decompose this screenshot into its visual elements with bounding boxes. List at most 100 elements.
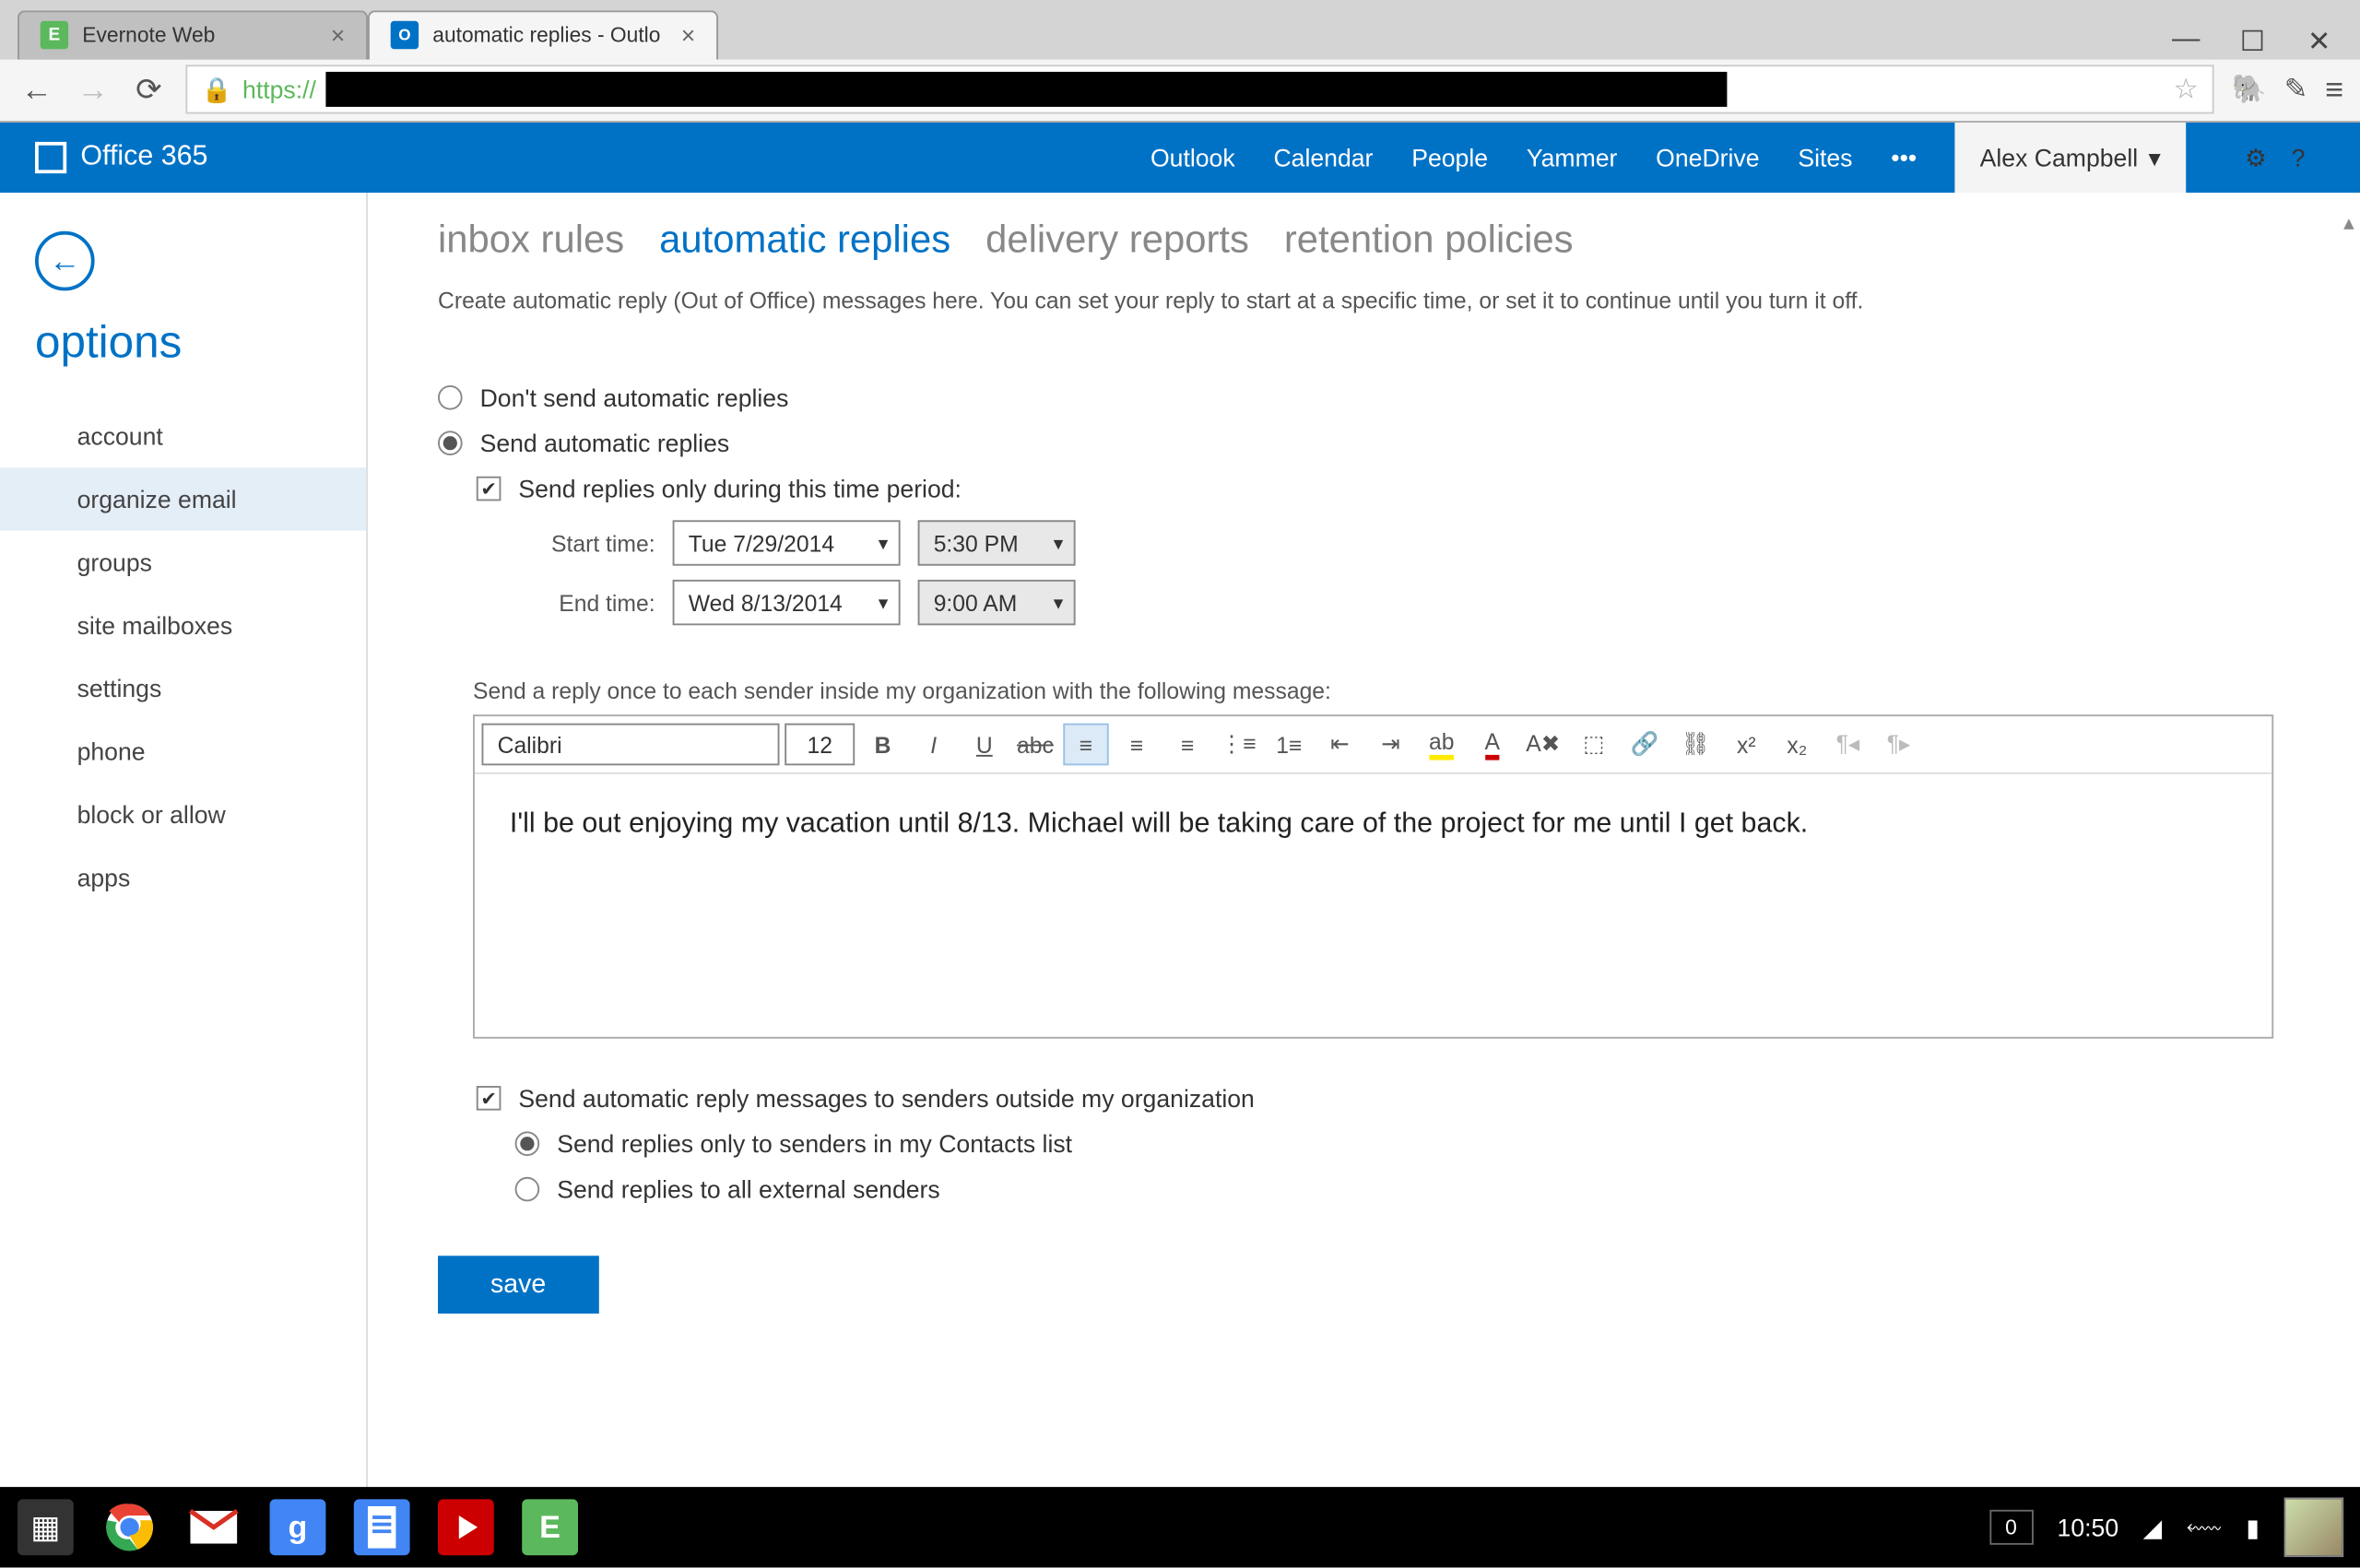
gmail-app-icon[interactable]: [185, 1499, 242, 1555]
tab-delivery-reports[interactable]: delivery reports: [985, 218, 1249, 263]
tab-retention-policies[interactable]: retention policies: [1284, 218, 1574, 263]
browser-tab-outlook[interactable]: O automatic replies - Outlo ×: [368, 9, 718, 58]
tab-title: Evernote Web: [82, 23, 215, 48]
o365-brand: Office 365: [80, 142, 207, 173]
battery-icon[interactable]: ▮: [2246, 1513, 2260, 1542]
maximize-icon[interactable]: ☐: [2235, 24, 2270, 59]
sidebar-item-organize-email[interactable]: organize email: [0, 467, 366, 530]
radio-icon: [515, 1177, 540, 1202]
tab-automatic-replies[interactable]: automatic replies: [659, 218, 950, 263]
check-label: Send replies only during this time perio…: [518, 475, 962, 502]
nav-outlook[interactable]: Outlook: [1150, 144, 1235, 171]
subscript-icon[interactable]: x₂: [1775, 724, 1820, 766]
radio-dont-send[interactable]: Don't send automatic replies: [438, 383, 2291, 411]
outdent-icon[interactable]: ⇤: [1317, 724, 1363, 766]
unlink-icon[interactable]: ⛓: [1673, 724, 1718, 766]
start-date-dropdown[interactable]: Tue 7/29/2014: [673, 520, 901, 565]
o365-top-nav: Office 365 Outlook Calendar People Yamme…: [0, 123, 2360, 193]
reload-icon[interactable]: ⟳: [130, 70, 169, 109]
check-external[interactable]: Send automatic reply messages to senders…: [477, 1084, 2291, 1112]
wifi-icon[interactable]: ⬳: [2187, 1513, 2222, 1542]
link-icon[interactable]: 🔗: [1622, 724, 1667, 766]
nav-calendar[interactable]: Calendar: [1273, 144, 1373, 171]
font-family-select[interactable]: Calibri: [482, 724, 780, 766]
clear-format-icon[interactable]: A✖: [1520, 724, 1565, 766]
font-color-icon[interactable]: A: [1469, 724, 1515, 766]
align-center-icon[interactable]: ≡: [1114, 724, 1159, 766]
chevron-down-icon: ▾: [2149, 143, 2161, 172]
clock[interactable]: 10:50: [2058, 1514, 2119, 1541]
network-icon[interactable]: ◢: [2143, 1513, 2162, 1542]
help-icon[interactable]: ?: [2292, 144, 2306, 171]
checkbox-icon: [477, 477, 502, 501]
tab-inbox-rules[interactable]: inbox rules: [438, 218, 624, 263]
browser-tab-evernote[interactable]: E Evernote Web ×: [18, 9, 368, 58]
user-menu[interactable]: Alex Campbell ▾: [1955, 123, 2185, 193]
apps-grid-icon[interactable]: ▦: [18, 1499, 74, 1555]
sidebar-item-block-allow[interactable]: block or allow: [0, 783, 366, 845]
minimize-icon[interactable]: —: [2168, 24, 2203, 59]
align-left-icon[interactable]: ≡: [1063, 724, 1108, 766]
sidebar-item-settings[interactable]: settings: [0, 657, 366, 720]
bold-icon[interactable]: B: [860, 724, 905, 766]
underline-icon[interactable]: U: [962, 724, 1007, 766]
radio-send[interactable]: Send automatic replies: [438, 430, 2291, 457]
google-app-icon[interactable]: g: [270, 1499, 326, 1555]
tab-close-icon[interactable]: ×: [681, 21, 696, 49]
evernote-app-icon[interactable]: E: [522, 1499, 578, 1555]
end-time-dropdown[interactable]: 9:00 AM: [918, 580, 1076, 625]
bookmark-star-icon[interactable]: ☆: [2174, 72, 2199, 107]
rtl-icon[interactable]: ¶▸: [1876, 724, 1921, 766]
page-description: Create automatic reply (Out of Office) m…: [438, 288, 2291, 314]
sidebar-item-apps[interactable]: apps: [0, 846, 366, 909]
bullet-list-icon[interactable]: ⋮≡: [1216, 724, 1261, 766]
user-avatar[interactable]: [2284, 1498, 2344, 1558]
docs-app-icon[interactable]: [354, 1499, 410, 1555]
end-date-dropdown[interactable]: Wed 8/13/2014: [673, 580, 901, 625]
notification-count[interactable]: 0: [1989, 1510, 2033, 1545]
settings-gear-icon[interactable]: ⚙: [2245, 143, 2267, 172]
check-time-period[interactable]: Send replies only during this time perio…: [477, 475, 2291, 502]
indent-icon[interactable]: ⇥: [1368, 724, 1413, 766]
nav-yammer[interactable]: Yammer: [1527, 144, 1618, 171]
radio-all-external[interactable]: Send replies to all external senders: [515, 1175, 2292, 1203]
number-list-icon[interactable]: 1≡: [1267, 724, 1312, 766]
italic-icon[interactable]: I: [911, 724, 956, 766]
tab-close-icon[interactable]: ×: [331, 21, 346, 49]
chrome-app-icon[interactable]: [101, 1499, 158, 1555]
scroll-up-icon[interactable]: ▴: [2343, 210, 2354, 235]
start-time-row: Start time: Tue 7/29/2014 5:30 PM: [515, 520, 2292, 565]
youtube-app-icon[interactable]: [438, 1499, 494, 1555]
remove-format-icon[interactable]: ⬚: [1571, 724, 1616, 766]
sidebar-item-site-mailboxes[interactable]: site mailboxes: [0, 594, 366, 656]
forward-icon[interactable]: →: [74, 70, 112, 109]
ltr-icon[interactable]: ¶◂: [1825, 724, 1870, 766]
back-icon[interactable]: ←: [18, 70, 56, 109]
nav-sites[interactable]: Sites: [1798, 144, 1852, 171]
strikethrough-icon[interactable]: abc: [1012, 724, 1057, 766]
radio-contacts-only[interactable]: Send replies only to senders in my Conta…: [515, 1130, 2292, 1158]
pocket-ext-icon[interactable]: ✎: [2284, 72, 2307, 107]
settings-tabs: inbox rules automatic replies delivery r…: [438, 218, 2291, 263]
superscript-icon[interactable]: x²: [1724, 724, 1769, 766]
save-button[interactable]: save: [438, 1256, 598, 1314]
evernote-ext-icon[interactable]: 🐘: [2232, 72, 2267, 107]
browser-chrome: E Evernote Web × O automatic replies - O…: [0, 0, 2360, 123]
chrome-menu-icon[interactable]: ≡: [2325, 71, 2343, 108]
nav-people[interactable]: People: [1411, 144, 1488, 171]
sidebar-item-groups[interactable]: groups: [0, 531, 366, 594]
back-button[interactable]: ←: [35, 231, 95, 291]
sidebar-item-account[interactable]: account: [0, 405, 366, 467]
align-right-icon[interactable]: ≡: [1165, 724, 1210, 766]
radio-icon: [515, 1131, 540, 1156]
url-input[interactable]: 🔒 https:// ☆: [185, 65, 2213, 114]
font-size-select[interactable]: 12: [785, 724, 855, 766]
highlight-icon[interactable]: ab: [1419, 724, 1464, 766]
o365-logo[interactable]: Office 365: [35, 142, 207, 173]
editor-body[interactable]: I'll be out enjoying my vacation until 8…: [475, 774, 2272, 1037]
close-icon[interactable]: ✕: [2302, 24, 2337, 59]
sidebar-item-phone[interactable]: phone: [0, 720, 366, 783]
start-time-dropdown[interactable]: 5:30 PM: [918, 520, 1076, 565]
nav-more[interactable]: •••: [1891, 144, 1917, 171]
nav-onedrive[interactable]: OneDrive: [1656, 144, 1759, 171]
